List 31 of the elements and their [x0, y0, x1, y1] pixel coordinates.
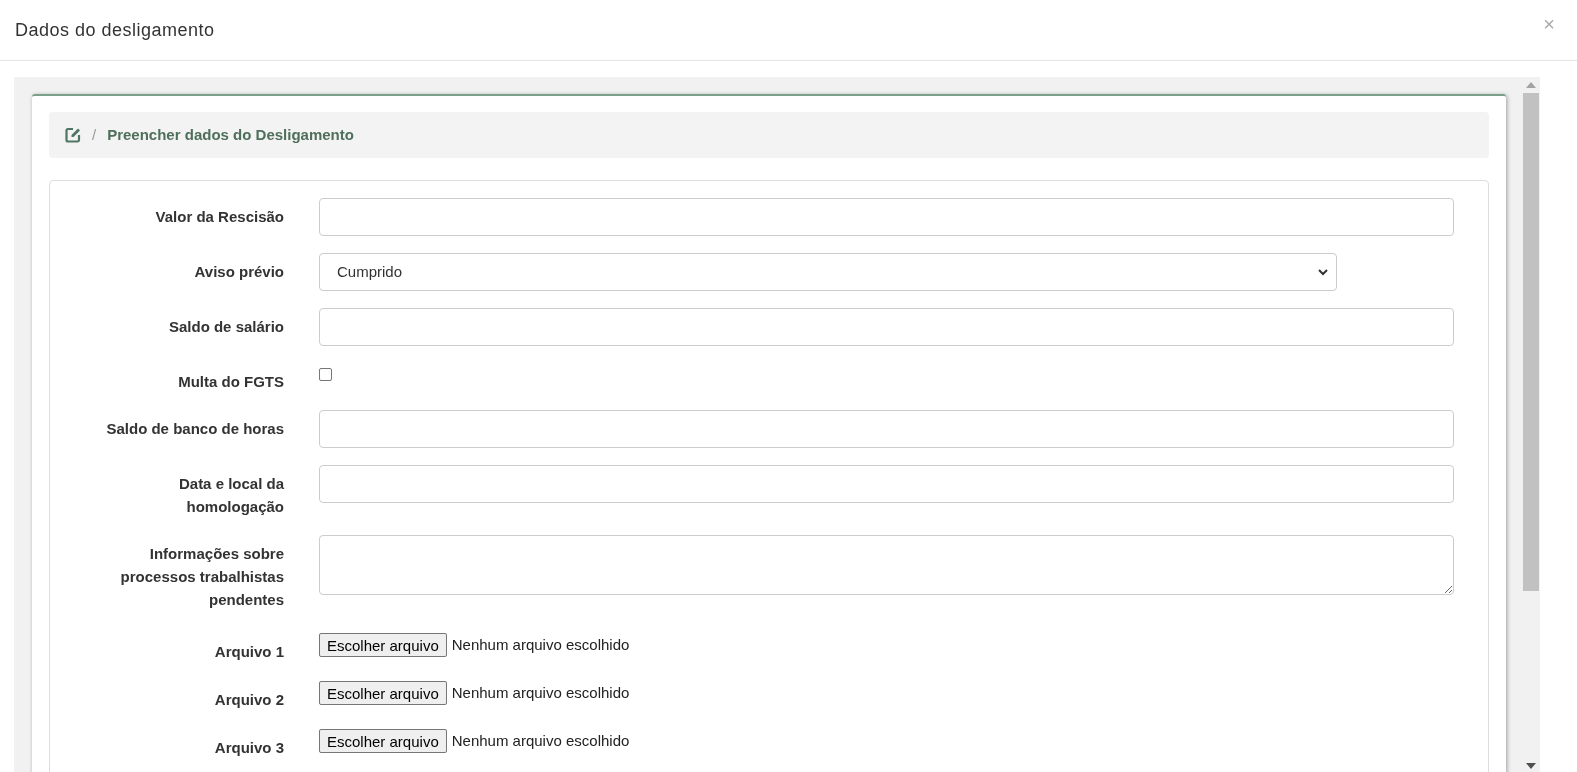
checkbox[interactable]: [319, 368, 332, 381]
select-dropdown[interactable]: Cumprido: [319, 253, 1337, 291]
field-label: Arquivo 2: [213, 690, 284, 710]
field-label: Valor da Rescisão: [154, 207, 284, 227]
scroll-down-arrow-icon[interactable]: [1526, 763, 1536, 769]
field-label: Informações sobre processos trabalhistas pendentes: [119, 544, 284, 610]
file-status: Nenhum arquivo escolhido: [451, 682, 630, 703]
choose-file-button[interactable]: Escolher arquivo: [319, 633, 447, 657]
edit-icon: [65, 127, 81, 143]
breadcrumb-separator: /: [92, 124, 97, 145]
field-label: Saldo de banco de horas: [105, 419, 284, 439]
text-area[interactable]: [319, 535, 1454, 595]
input-field[interactable]: [319, 410, 1454, 448]
field-label: Aviso prévio: [193, 262, 284, 282]
field-label: Saldo de salário: [167, 317, 284, 337]
field-label: Arquivo 1: [213, 642, 284, 662]
chevron-down-icon: [1318, 268, 1328, 276]
field-label: Arquivo 3: [213, 738, 284, 758]
scrollbar-thumb[interactable]: [1523, 93, 1539, 591]
modal-title: Dados do desligamento: [15, 18, 215, 42]
file-status: Nenhum arquivo escolhido: [451, 634, 630, 655]
choose-file-button[interactable]: Escolher arquivo: [319, 681, 447, 705]
field-label: Multa do FGTS: [177, 372, 284, 392]
input-field[interactable]: [319, 198, 1454, 236]
input-field[interactable]: [319, 465, 1454, 503]
field-label: Data e local da homologação: [177, 474, 284, 517]
input-field[interactable]: [319, 308, 1454, 346]
scroll-up-arrow-icon[interactable]: [1526, 82, 1536, 88]
breadcrumb-label: Preencher dados do Desligamento: [107, 124, 354, 145]
choose-file-button[interactable]: Escolher arquivo: [319, 729, 447, 753]
file-status: Nenhum arquivo escolhido: [451, 730, 630, 751]
